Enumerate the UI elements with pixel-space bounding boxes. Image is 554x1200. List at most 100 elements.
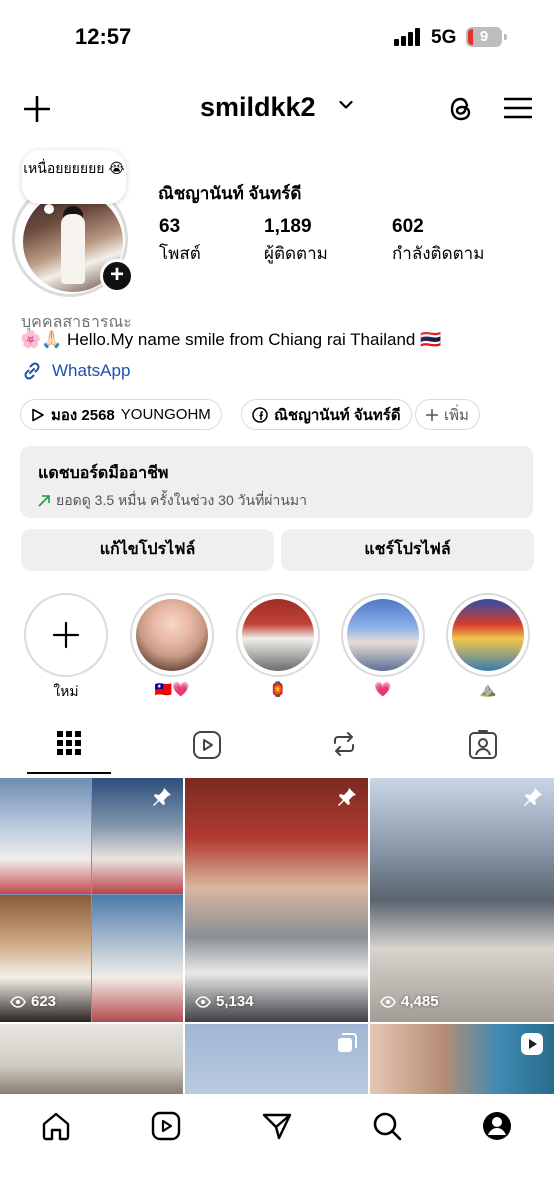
stat-following-value: 602: [392, 216, 424, 237]
profile-note[interactable]: เหนื่อยยยยยย 😭: [22, 150, 126, 204]
search-icon: [373, 1112, 402, 1141]
highlight-item[interactable]: 🏮: [236, 593, 320, 698]
stat-posts-label: โพสต์: [159, 244, 201, 263]
profile-full-name: ณิชญานันท์ จันทร์ดี: [158, 184, 302, 203]
post-thumbnail[interactable]: [0, 1024, 183, 1094]
stat-following[interactable]: 602 กำลังติดตาม: [392, 216, 484, 267]
repost-icon: [334, 732, 354, 756]
chip-more-label: เพิ่ม: [444, 406, 469, 424]
post-views: 5,134: [195, 993, 254, 1010]
highlight-item[interactable]: 💗: [341, 593, 425, 698]
status-bar: 12:57 5G 9: [0, 0, 554, 70]
post-thumbnail[interactable]: 4,485: [370, 778, 554, 1022]
threads-badge-chip[interactable]: มอง 2568 YOUNGOHM: [20, 399, 222, 430]
pin-icon: [524, 788, 542, 806]
nav-messages[interactable]: [257, 1108, 297, 1144]
facebook-chip[interactable]: ณิชญานันท์ จันทร์ดี: [241, 399, 412, 430]
tab-reposts[interactable]: [302, 730, 386, 776]
battery-icon: 9: [466, 27, 507, 47]
menu-icon[interactable]: [504, 97, 532, 119]
nav-home[interactable]: [36, 1108, 76, 1144]
highlight-label: ใหม่: [53, 683, 79, 699]
profile-icon: [483, 1112, 511, 1140]
highlight-new[interactable]: ใหม่: [24, 593, 108, 703]
highlight-cover: [347, 599, 419, 671]
share-profile-button[interactable]: แชร์โปรไฟล์: [281, 529, 534, 571]
professional-dashboard[interactable]: แดชบอร์ดมืออาชีพ ยอดดู 3.5 หมื่น ครั้งใน…: [20, 446, 533, 518]
threads-icon[interactable]: [447, 94, 475, 124]
nav-search[interactable]: [367, 1108, 407, 1144]
post-views-count: 5,134: [216, 993, 254, 1010]
eye-icon: [10, 995, 26, 1008]
pin-icon: [338, 788, 356, 806]
post-thumbnail[interactable]: [185, 1024, 368, 1094]
highlight-cover: [136, 599, 208, 671]
highlight-cover: [452, 599, 524, 671]
facebook-icon: [252, 406, 268, 423]
dashboard-title: แดชบอร์ดมืออาชีพ: [38, 465, 169, 482]
post-views-count: 4,485: [401, 993, 439, 1010]
add-story-icon[interactable]: +: [100, 259, 134, 293]
profile-bio: 🌸🙏🏻 Hello.My name smile from Chiang rai …: [20, 330, 442, 349]
stat-followers-value: 1,189: [264, 216, 312, 237]
status-time: 12:57: [75, 24, 132, 49]
new-highlight-circle: [24, 593, 108, 677]
chip-threads-bold: มอง 2568: [51, 406, 115, 424]
signal-icon: [394, 28, 420, 46]
carousel-icon: [338, 1033, 357, 1052]
post-views-count: 623: [31, 993, 57, 1010]
eye-icon: [380, 995, 396, 1008]
battery-level: 9: [479, 28, 489, 45]
link-icon: [24, 362, 40, 380]
trend-up-icon: [38, 495, 50, 507]
eye-icon: [195, 995, 211, 1008]
create-plus-icon[interactable]: [24, 96, 50, 122]
tab-tagged[interactable]: [441, 730, 525, 776]
reel-icon: [521, 1033, 543, 1055]
reels-icon: [193, 731, 221, 759]
profile-link[interactable]: WhatsApp: [21, 360, 130, 382]
home-icon: [42, 1112, 70, 1141]
active-tab-indicator: [27, 772, 111, 774]
plus-icon: [426, 408, 438, 421]
stat-followers-label: ผู้ติดตาม: [264, 244, 328, 263]
send-icon: [262, 1113, 292, 1140]
tab-posts[interactable]: [27, 730, 111, 776]
stat-posts-value: 63: [159, 216, 181, 237]
note-tail: [44, 204, 54, 214]
highlight-label: 💗: [374, 681, 392, 697]
tagged-icon: [469, 730, 497, 759]
post-views: 4,485: [380, 993, 439, 1010]
edit-profile-button[interactable]: แก้ไขโปรไฟล์: [21, 529, 274, 571]
stat-following-label: กำลังติดตาม: [392, 244, 485, 263]
post-thumbnail[interactable]: [370, 1024, 554, 1094]
dashboard-subtitle: ยอดดู 3.5 หมื่น ครั้งในช่วง 30 วันที่ผ่า…: [56, 492, 308, 508]
highlight-cover: [242, 599, 314, 671]
profile-username[interactable]: smildkk2: [200, 92, 316, 123]
stat-followers[interactable]: 1,189 ผู้ติดตาม: [264, 216, 328, 267]
chip-facebook-label: ณิชญานันท์ จันทร์ดี: [274, 406, 401, 424]
highlight-item[interactable]: ⛰️: [446, 593, 530, 698]
add-link-chip[interactable]: เพิ่ม: [415, 399, 480, 430]
reels-icon: [151, 1111, 181, 1141]
plus-icon: [52, 621, 80, 649]
chip-threads-text: YOUNGOHM: [120, 406, 211, 423]
post-views: 623: [10, 993, 56, 1010]
posts-grid: 623 5,134 4,485: [0, 778, 554, 1094]
chevron-down-icon[interactable]: [339, 100, 353, 110]
post-thumbnail[interactable]: 623: [0, 778, 183, 1022]
profile-tabs: [0, 730, 554, 776]
nav-profile[interactable]: [477, 1108, 517, 1144]
tab-reels[interactable]: [165, 730, 249, 776]
pin-icon: [153, 788, 171, 806]
nav-reels[interactable]: [146, 1108, 186, 1144]
bottom-nav: [0, 1094, 554, 1200]
highlight-item[interactable]: 🇹🇼💗: [130, 593, 214, 698]
post-thumbnail[interactable]: 5,134: [185, 778, 368, 1022]
highlight-label: ⛰️: [479, 681, 497, 697]
play-icon: [32, 408, 44, 421]
profile-link-label: WhatsApp: [52, 361, 131, 380]
network-label: 5G: [431, 27, 457, 48]
grid-icon: [57, 731, 81, 755]
stat-posts[interactable]: 63 โพสต์: [159, 216, 201, 267]
